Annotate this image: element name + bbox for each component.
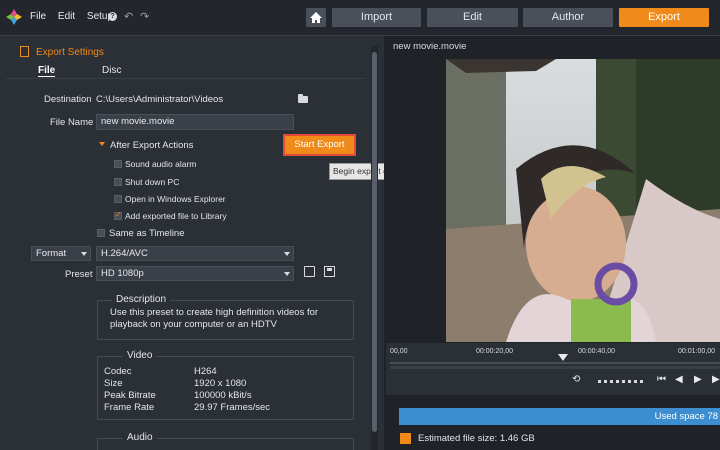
undo-icon[interactable]: ↶ (124, 10, 133, 23)
preset-label: Preset (65, 269, 93, 280)
menu-edit[interactable]: Edit (58, 11, 75, 22)
checkbox-shutdown[interactable] (114, 178, 122, 186)
filename-input[interactable]: new movie.movie (96, 114, 294, 130)
menu-bar: File Edit Setup ? ↶ ↷ Import Edit Author… (0, 0, 720, 36)
step-back-icon[interactable]: ◀ (675, 374, 683, 385)
help-icon[interactable]: ? (108, 12, 117, 21)
preview-title: new movie.movie (393, 41, 467, 52)
tab-import[interactable]: Import (332, 8, 421, 27)
start-export-button[interactable]: Start Export (284, 135, 355, 155)
preset-value: HD 1080p (101, 268, 144, 279)
video-value: H264 (194, 366, 217, 377)
timecode-label: 00:00:20,00 (476, 348, 513, 355)
video-value: 100000 kBit/s (194, 390, 252, 401)
video-preview (446, 59, 720, 342)
timeline-scrollbar[interactable] (390, 366, 720, 369)
video-value: 1920 x 1080 (194, 378, 247, 389)
chevron-down-icon (284, 272, 290, 276)
home-button[interactable] (306, 8, 326, 27)
format-select[interactable]: H.264/AVC (96, 246, 294, 261)
checkbox-open-explorer[interactable] (114, 195, 122, 203)
checkbox-label: Shut down PC (125, 177, 180, 187)
tab-export[interactable]: Export (619, 8, 709, 27)
panel-title: Export Settings (20, 46, 104, 58)
skip-start-icon[interactable]: ⏮ (657, 374, 666, 385)
redo-icon[interactable]: ↷ (140, 10, 149, 23)
checkbox-label: Open in Windows Explorer (125, 194, 226, 204)
save-icon[interactable] (324, 266, 335, 277)
panel-title-label: Export Settings (36, 47, 104, 58)
tab-edit[interactable]: Edit (427, 8, 518, 27)
format-label: Format (36, 248, 67, 259)
video-key: Peak Bitrate (104, 390, 156, 401)
filename-label: File Name (50, 117, 94, 128)
video-key: Codec (104, 366, 132, 377)
after-export-title: After Export Actions (110, 140, 194, 151)
timeline[interactable] (386, 343, 720, 395)
destination-path: C:\Users\Administrator\Videos (96, 94, 224, 105)
tab-author[interactable]: Author (523, 8, 613, 27)
checkbox-label: Sound audio alarm (125, 159, 197, 169)
same-as-timeline-label: Same as Timeline (109, 228, 185, 239)
playhead-icon[interactable] (558, 354, 568, 361)
checkbox-label: Add exported file to Library (125, 211, 227, 221)
tab-disc[interactable]: Disc (102, 65, 121, 76)
audio-title: Audio (123, 432, 157, 443)
collapse-caret-icon[interactable] (99, 142, 105, 146)
folder-icon[interactable] (298, 94, 308, 103)
description-title: Description (112, 294, 171, 305)
checkbox-same-as-timeline[interactable] (97, 229, 105, 237)
timecode-label: 00,00 (390, 348, 408, 355)
video-frame-image (446, 59, 720, 342)
timeline-ruler (390, 362, 720, 364)
checkbox-add-to-library[interactable] (114, 210, 122, 220)
estimated-size: Estimated file size: 1.46 GB (418, 433, 535, 444)
preset-select[interactable]: HD 1080p (96, 266, 294, 281)
chevron-down-icon (81, 252, 87, 256)
chevron-down-icon (284, 252, 290, 256)
used-space-bar: Used space 78 (399, 408, 720, 425)
format-value: H.264/AVC (101, 248, 148, 259)
jog-icon[interactable] (598, 380, 643, 383)
video-title: Video (123, 350, 157, 361)
home-icon (310, 12, 322, 23)
checkbox-sound-alarm[interactable] (114, 160, 122, 168)
play-icon[interactable]: ▶ (694, 374, 702, 385)
tab-file[interactable]: File (38, 65, 56, 77)
destination-label: Destination (44, 94, 92, 105)
legend-swatch (400, 433, 411, 444)
edit-icon[interactable] (304, 266, 315, 277)
description-text: Use this preset to create high definitio… (110, 307, 319, 330)
video-key: Size (104, 378, 123, 389)
scrollbar-thumb[interactable] (372, 52, 377, 432)
video-value: 29.97 Frames/sec (194, 402, 271, 413)
menu-file[interactable]: File (30, 11, 46, 22)
timecode-label: 00:00:40,00 (578, 348, 615, 355)
logo-icon (6, 9, 22, 25)
divider (6, 78, 366, 79)
step-forward-icon[interactable]: ▶ (712, 374, 720, 385)
format-dropdown[interactable]: Format (31, 246, 91, 261)
video-key: Frame Rate (104, 402, 155, 413)
loop-icon[interactable]: ⟲ (572, 374, 580, 385)
timecode-label: 00:01:00,00 (678, 348, 715, 355)
document-icon (20, 46, 29, 57)
